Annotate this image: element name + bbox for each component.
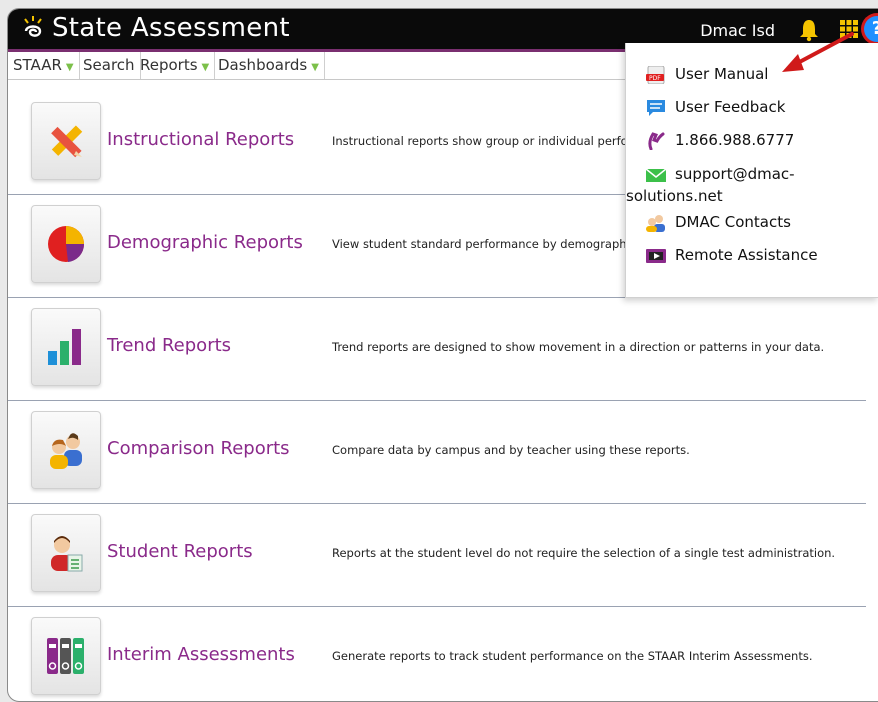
menu-dashboards[interactable]: Dashboards ▼ [213,52,325,79]
phone-icon [648,131,665,150]
row-description: Instructional reports show group or indi… [332,134,658,148]
chevron-down-icon: ▼ [201,62,210,73]
contacts-icon [646,214,665,232]
row-title[interactable]: Instructional Reports [107,129,294,150]
row-title[interactable]: Interim Assessments [107,644,295,665]
demographic-tile[interactable] [31,205,101,283]
chevron-down-icon: ▼ [311,62,319,73]
remote-screen-icon [646,248,666,263]
menu-staar-label: STAAR [13,56,62,74]
app-title: State Assessment [52,13,290,43]
row-title[interactable]: Comparison Reports [107,438,290,459]
user-manual-label: User Manual [675,65,769,83]
user-name[interactable]: Dmac Isd [700,21,775,40]
help-item-phone[interactable]: 1.866.988.6777 [645,131,794,150]
svg-text:PDF: PDF [649,75,661,82]
row-title[interactable]: Demographic Reports [107,232,303,253]
trend-tile[interactable] [31,308,101,386]
report-row-interim[interactable]: Interim Assessments Generate reports to … [8,607,866,701]
row-description: Trend reports are designed to show movem… [332,340,825,354]
people-icon [50,433,82,469]
pdf-icon: PDF [646,65,665,84]
help-item-user-manual[interactable]: PDF User Manual [645,65,768,84]
contacts-label: DMAC Contacts [675,213,791,231]
help-dropdown-menu: PDF User Manual User Feedback 1.866.988.… [625,43,878,298]
menu-search-label: Search [83,56,135,74]
user-feedback-label: User Feedback [675,98,786,116]
annotation-arrow-icon [782,32,854,72]
bar-chart-icon [48,329,81,365]
report-row-trend[interactable]: Trend Reports Trend reports are designed… [8,298,866,401]
row-description: View student standard performance by dem… [332,237,666,251]
help-item-email[interactable]: support@dmac- solutions.net [626,163,795,207]
phone-label: 1.866.988.6777 [675,131,795,149]
menu-dashboards-label: Dashboards [218,56,308,74]
pencil-ruler-icon [51,125,83,158]
help-icon[interactable]: ? [864,16,878,42]
student-icon [51,536,83,572]
chat-bubble-icon [647,99,665,116]
envelope-icon [645,167,667,182]
menu-reports-label: Reports [140,56,198,74]
pie-chart-icon [48,226,85,262]
menu-search[interactable]: Search [78,52,141,79]
dmac-logo-icon [24,16,42,37]
help-item-contacts[interactable]: DMAC Contacts [645,213,791,232]
email-label-line1: support@dmac- [675,165,795,183]
instructional-tile[interactable] [31,102,101,180]
row-description: Reports at the student level do not requ… [332,546,836,560]
row-title[interactable]: Student Reports [107,541,253,562]
comparison-tile[interactable] [31,411,101,489]
menu-staar[interactable]: STAAR ▼ [8,52,80,79]
report-row-student[interactable]: Student Reports Reports at the student l… [8,504,866,607]
row-description: Generate reports to track student perfor… [332,649,813,663]
help-item-user-feedback[interactable]: User Feedback [645,98,785,117]
binders-icon [47,638,84,674]
interim-tile[interactable] [31,617,101,695]
menu-reports[interactable]: Reports ▼ [135,52,216,79]
remote-assistance-label: Remote Assistance [675,246,818,264]
row-description: Compare data by campus and by teacher us… [332,443,690,457]
email-label-line2: solutions.net [626,187,723,205]
chevron-down-icon: ▼ [65,62,74,73]
help-item-remote-assistance[interactable]: Remote Assistance [645,246,818,265]
row-title[interactable]: Trend Reports [107,335,231,356]
student-tile[interactable] [31,514,101,592]
report-row-comparison[interactable]: Comparison Reports Compare data by campu… [8,401,866,504]
